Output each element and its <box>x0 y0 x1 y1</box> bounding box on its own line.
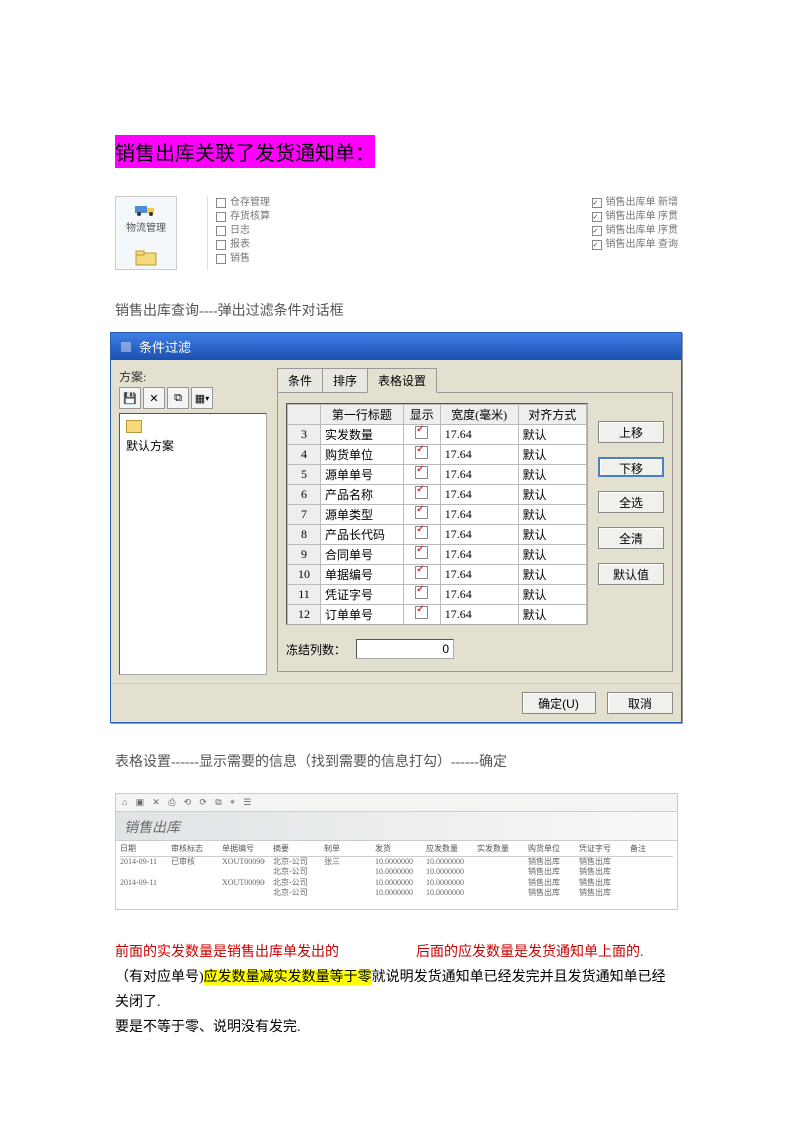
result-toolbar: ⌂ ▣ ✕ ⎙ ⟲ ⟳ ⧉ ⌖ ☰ <box>115 793 678 812</box>
nav-right-list: 销售出库单 新增 销售出库单 序贯 销售出库单 序贯 销售出库单 查询 <box>592 196 679 270</box>
note3: 要是不等于零、说明没有发完. <box>115 1015 678 1040</box>
list-item: 北京-公司10.000000010.0000000销售出库销售出库 <box>120 867 673 877</box>
result-table: 日期审核标志单据编号摘要制单发货应发数量实发数量购货单位凭证字号备注 2014-… <box>115 841 678 910</box>
note-right: 后面的应发数量是发货通知单上面的. <box>416 945 644 960</box>
table-row: 3实发数量17.64默认 <box>288 425 587 445</box>
save-icon[interactable]: 💾 <box>119 387 141 409</box>
nav-left-label: 物流管理 <box>116 219 176 234</box>
paragraph-2: 表格设置------显示需要的信息（找到需要的信息打勾）------确定 <box>115 751 678 771</box>
folder-icon <box>116 250 176 269</box>
result-banner-text: 销售出库 <box>124 817 180 837</box>
grid-icon[interactable]: ▦▾ <box>191 387 213 409</box>
heading-text: 销售出库关联了发货通知单： <box>115 135 375 168</box>
check-icon[interactable] <box>415 426 428 439</box>
scheme-toolbar: 💾 ✕ ⧉ ▦▾ <box>119 387 267 409</box>
table-row-selected: 13应发数量17.64默认 <box>288 625 587 626</box>
tab-strip: 条件 排序 表格设置 <box>277 368 673 393</box>
table-row: 5源单单号17.64默认 <box>288 465 587 485</box>
tab-condition[interactable]: 条件 <box>277 368 323 393</box>
result-screenshot: ⌂ ▣ ✕ ⎙ ⟲ ⟳ ⧉ ⌖ ☰ 销售出库 日期审核标志单据编号摘要制单发货应… <box>115 793 678 910</box>
default-button[interactable]: 默认值 <box>598 563 664 585</box>
scheme-list[interactable]: 默认方案 <box>119 413 267 675</box>
freeze-label: 冻结列数： <box>286 641 346 658</box>
table-row: 7源单类型17.64默认 <box>288 505 587 525</box>
table-row: 4购货单位17.64默认 <box>288 445 587 465</box>
table-row: 9合同单号17.64默认 <box>288 545 587 565</box>
note-left: 前面的实发数量是销售出库单发出的 <box>115 945 339 960</box>
delete-icon[interactable]: ✕ <box>143 387 165 409</box>
move-up-button[interactable]: 上移 <box>598 421 664 443</box>
truck-icon <box>116 199 176 219</box>
col-align: 对齐方式 <box>518 405 586 425</box>
copy-icon[interactable]: ⧉ <box>167 387 189 409</box>
col-title: 第一行标题 <box>321 405 404 425</box>
columns-grid[interactable]: 第一行标题 显示 宽度(毫米) 对齐方式 3实发数量17.64默认 4购货单位1… <box>286 403 588 625</box>
note2-prefix: （有对应单号) <box>115 970 204 985</box>
table-row: 10单据编号17.64默认 <box>288 565 587 585</box>
table-row: 8产品长代码17.64默认 <box>288 525 587 545</box>
freeze-input[interactable] <box>356 639 454 659</box>
filter-dialog: 条件过滤 方案: 💾 ✕ ⧉ ▦▾ 默认方案 条件 排序 <box>110 332 682 723</box>
select-all-button[interactable]: 全选 <box>598 491 664 513</box>
table-row: 6产品名称17.64默认 <box>288 485 587 505</box>
heading-highlight: 销售出库关联了发货通知单： <box>115 135 678 168</box>
clear-all-button[interactable]: 全清 <box>598 527 664 549</box>
table-row: 12订单单号17.64默认 <box>288 605 587 625</box>
dialog-titlebar: 条件过滤 <box>111 333 681 360</box>
scheme-label: 方案: <box>119 368 267 385</box>
cancel-button[interactable]: 取消 <box>607 692 673 714</box>
list-item: 北京-公司10.000000010.0000000销售出库销售出库 <box>120 888 673 898</box>
folder-icon <box>126 420 142 433</box>
nav-mid-list: 仓存管理 存货核算 日志 报表 销售 <box>207 196 562 270</box>
col-show: 显示 <box>403 405 440 425</box>
paragraph-1: 销售出库查询----弹出过滤条件对话框 <box>115 300 678 320</box>
filter-icon <box>119 340 133 354</box>
list-item: 2014-09-11XOUT000906北京-公司10.000000010.00… <box>120 878 673 888</box>
scheme-item[interactable]: 默认方案 <box>126 437 260 454</box>
tab-sort[interactable]: 排序 <box>322 368 368 393</box>
tab-table-settings[interactable]: 表格设置 <box>367 368 437 393</box>
result-banner: 销售出库 <box>115 812 678 841</box>
nav-screenshot: 物流管理 仓存管理 存货核算 日志 报表 销售 销售出库单 新增 销售出库单 序… <box>115 196 678 270</box>
ok-button[interactable]: 确定(U) <box>522 692 596 714</box>
table-row: 11凭证字号17.64默认 <box>288 585 587 605</box>
notes-block: 前面的实发数量是销售出库单发出的 后面的应发数量是发货通知单上面的. （有对应单… <box>115 940 678 1041</box>
list-item: 2014-09-11已审核XOUT000906北京-公司张三10.0000000… <box>120 857 673 867</box>
nav-left-card: 物流管理 <box>115 196 177 270</box>
col-width: 宽度(毫米) <box>440 405 518 425</box>
move-down-button[interactable]: 下移 <box>598 457 664 477</box>
dialog-title: 条件过滤 <box>139 337 191 356</box>
note2-highlight: 应发数量减实发数量等于零 <box>204 970 372 985</box>
